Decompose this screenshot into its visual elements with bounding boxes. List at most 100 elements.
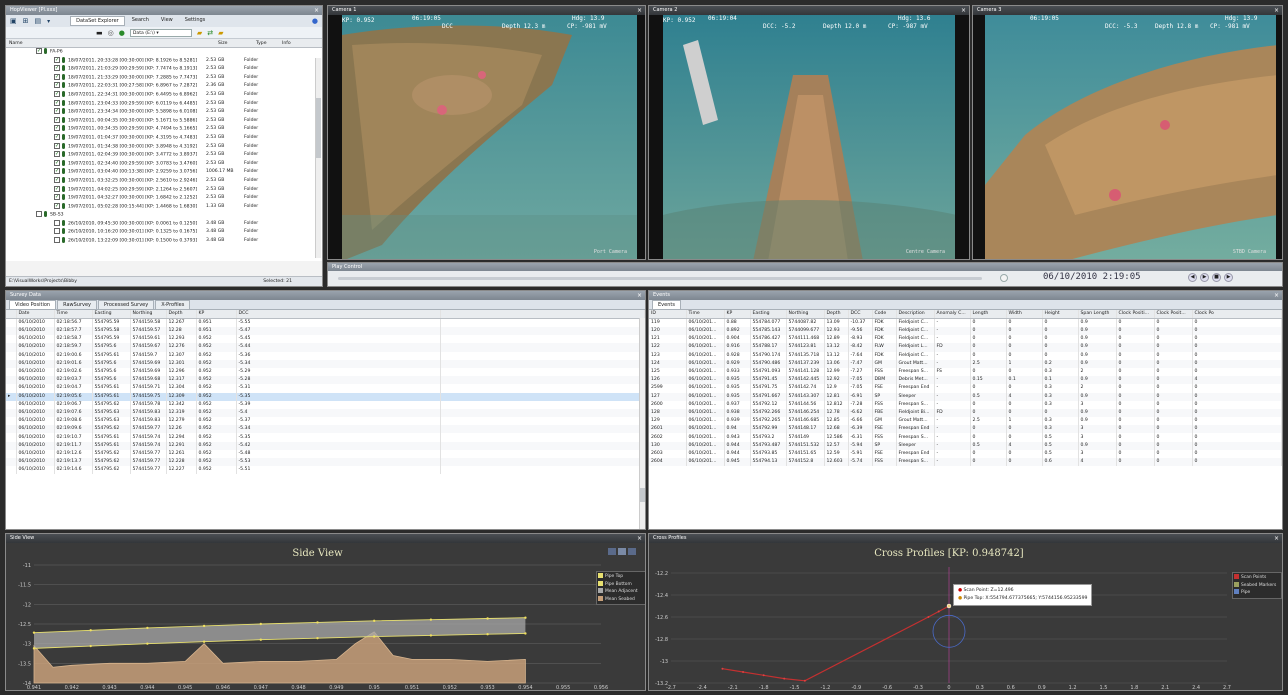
next-frame-icon[interactable]: ▶: [1224, 273, 1233, 282]
legend-item[interactable]: Pipe Bottom: [598, 580, 644, 589]
events-col-5[interactable]: Depth: [824, 310, 849, 319]
checkbox[interactable]: ✓: [54, 99, 60, 106]
table-row[interactable]: 06/10/2010 02:19:12.6 554795.62 5744159.77 1…: [6, 449, 645, 458]
camera-view[interactable]: KP: 0.952 06:19:04 DCC: -5.2 Depth 12.0 …: [663, 15, 955, 259]
close-icon[interactable]: ×: [314, 6, 319, 15]
tab-processed-survey[interactable]: Processed Survey: [98, 300, 155, 309]
survey-scrollbar[interactable]: [639, 318, 645, 529]
ribbon-tab-dataset-explorer[interactable]: DataSet Explorer: [70, 16, 125, 26]
checkbox[interactable]: [54, 237, 60, 244]
table-row[interactable]: 128 06/10/201... 0.938 554792.266 5744146.25…: [649, 408, 1282, 418]
table-row[interactable]: 06/10/2010 02:19:09.6 554795.62 5744159.77 1…: [6, 425, 645, 434]
col-size[interactable]: Size: [218, 39, 256, 47]
tree-row[interactable]: ✓ 19/07/2011, 00:34:35 [00:29:59] [KP: 4.…: [6, 125, 322, 134]
tree-row[interactable]: ✓ 18/07/2011, 23:34:34 [00:30:00] [KP: 5.…: [6, 108, 322, 117]
events-col-4[interactable]: Northing: [786, 310, 825, 319]
events-col-8[interactable]: Description: [896, 310, 935, 319]
survey-col-depth[interactable]: Depth: [166, 310, 197, 319]
table-row[interactable]: 06/10/2010 02:18:57.7 554795.58 5744159.57 1…: [6, 327, 645, 336]
checkbox[interactable]: ✓: [54, 202, 60, 209]
play-icon[interactable]: ▶: [1200, 273, 1209, 282]
events-col-14[interactable]: Clock Positi...: [1116, 310, 1155, 319]
checkbox[interactable]: ✓: [54, 125, 60, 132]
events-col-6[interactable]: DCC: [848, 310, 873, 319]
close-icon[interactable]: ×: [1274, 291, 1279, 300]
tree-row[interactable]: ✓ 19/07/2011, 02:04:39 [00:30:00] [KP: 3.…: [6, 151, 322, 160]
checkbox[interactable]: ✓: [54, 185, 60, 192]
legend-item[interactable]: Seabed Markers: [1234, 581, 1280, 590]
table-row[interactable]: 121 06/10/201... 0.904 554786.427 5744111.46…: [649, 335, 1282, 344]
table-row[interactable]: 06/10/2010 02:19:10.7 554795.61 5744159.74 1…: [6, 433, 645, 442]
table-row[interactable]: 06/10/2010 02:19:01.6 554795.6 5744159.69 12…: [6, 359, 645, 368]
zoom-icon[interactable]: [608, 548, 616, 555]
close-icon[interactable]: ×: [961, 6, 966, 15]
tree-row[interactable]: ✓ 19/07/2011, 02:34:40 [00:29:59] [KP: 3.…: [6, 159, 322, 169]
table-row[interactable]: 06/10/2010 02:19:13.7 554795.62 5744159.77 1…: [6, 458, 645, 467]
checkbox[interactable]: ✓: [54, 176, 60, 183]
fit-icon[interactable]: [628, 548, 636, 555]
table-row[interactable]: 06/10/2010 02:19:07.6 554795.63 5744159.83 1…: [6, 408, 645, 418]
tab-video-position[interactable]: Video Position: [9, 300, 57, 309]
checkbox[interactable]: ✓: [54, 142, 60, 149]
checkbox[interactable]: ✓: [54, 168, 60, 175]
table-row[interactable]: 06/10/2010 02:19:04.7 554795.61 5744159.71 1…: [6, 384, 645, 393]
tree-scrollbar[interactable]: [315, 58, 321, 258]
export-icon[interactable]: ⊞: [23, 17, 29, 25]
table-row[interactable]: 2600 06/10/201... 0.937 554792.12 5744144.56…: [649, 400, 1282, 409]
checkbox[interactable]: ✓: [54, 133, 60, 140]
table-row[interactable]: ▸ 06/10/2010 02:19:05.6 554795.61 5744159.75…: [6, 392, 645, 401]
events-col-7[interactable]: Code: [872, 310, 897, 319]
survey-col-kp[interactable]: KP: [196, 310, 237, 319]
events-col-10[interactable]: Length: [970, 310, 1007, 319]
globe-icon[interactable]: ●: [119, 29, 125, 37]
pen-icon[interactable]: [618, 548, 626, 555]
checkbox[interactable]: [54, 228, 60, 235]
events-grid[interactable]: ID Time KP Easting Northing Depth DCC Code Descr…: [649, 310, 1282, 529]
table-row[interactable]: 119 06/10/201... 0.88 554784.077 5744087.82 1…: [649, 318, 1282, 327]
survey-col-dcc[interactable]: DCC: [236, 310, 441, 319]
tree-row[interactable]: ✓ 19/07/2011, 01:34:38 [00:30:00] [KP: 3.…: [6, 142, 322, 152]
table-row[interactable]: 06/10/2010 02:19:02.6 554795.6 5744159.69 12…: [6, 367, 645, 377]
table-row[interactable]: 127 06/10/201... 0.935 554791.667 5744143.30…: [649, 392, 1282, 401]
tree-group[interactable]: SB-S3: [6, 211, 322, 220]
legend-item[interactable]: Scan Points: [1234, 574, 1280, 582]
checkbox[interactable]: ✓: [54, 194, 60, 201]
dropdown-icon[interactable]: ▾: [47, 18, 50, 25]
checkbox[interactable]: [36, 211, 42, 218]
table-row[interactable]: 2602 06/10/201... 0.943 554793.2 5744149 12.5…: [649, 433, 1282, 442]
tree-row[interactable]: ✓ 18/07/2011, 20:33:28 [00:30:00] [KP: 8.…: [6, 56, 322, 66]
tree-row[interactable]: ✓ 18/07/2011, 21:33:29 [00:30:00] [KP: 7.…: [6, 73, 322, 83]
stop-icon[interactable]: ■: [1212, 273, 1221, 282]
table-row[interactable]: 06/10/2010 02:19:06.7 554795.62 5744159.78 1…: [6, 400, 645, 409]
tree-row[interactable]: ✓ 19/07/2011, 04:02:25 [00:29:59] [KP: 2.…: [6, 185, 322, 195]
checkbox[interactable]: ✓: [54, 82, 60, 89]
print-icon[interactable]: ▤: [35, 17, 42, 25]
survey-col-date[interactable]: Date: [16, 310, 55, 319]
open-folder-icon[interactable]: ▰: [218, 29, 223, 37]
events-col-2[interactable]: KP: [724, 310, 751, 319]
tree-row[interactable]: ✓ 18/07/2011, 22:34:31 [00:30:00] [KP: 6.…: [6, 90, 322, 100]
tree-row[interactable]: 26/10/2010, 13:22:09 [00:30:01] [KP: 0.1…: [6, 237, 322, 246]
refresh-icon[interactable]: ◎: [108, 29, 114, 37]
survey-col-easting[interactable]: Easting: [92, 310, 131, 319]
checkbox[interactable]: [54, 219, 60, 226]
tree-row[interactable]: ✓ 19/07/2011, 03:32:25 [00:30:00] [KP: 2.…: [6, 176, 322, 186]
table-row[interactable]: 06/10/2010 02:19:11.7 554795.61 5744159.74 1…: [6, 441, 645, 450]
table-row[interactable]: 06/10/2010 02:19:14.6 554795.62 5744159.77 1…: [6, 466, 645, 475]
tree-row[interactable]: ✓ 19/07/2011, 03:04:40 [00:13:38] [KP: 2.…: [6, 168, 322, 177]
checkbox[interactable]: ✓: [54, 90, 60, 97]
close-icon[interactable]: ×: [637, 291, 642, 300]
ribbon-tab-settings[interactable]: Settings: [180, 16, 211, 26]
tab-x-profiles[interactable]: X-Profiles: [155, 300, 191, 309]
events-col-16[interactable]: Clock Po: [1192, 310, 1282, 319]
tab-rawsurvey[interactable]: RawSurvey: [57, 300, 97, 309]
table-row[interactable]: 124 06/10/201... 0.929 554790.486 5744137.23…: [649, 359, 1282, 368]
table-row[interactable]: 120 06/10/201... 0.892 554785.143 5744099.67…: [649, 327, 1282, 336]
cross-profiles-chart[interactable]: Cross Profiles [KP: 0.948742] -12.2 -12.4 -…: [649, 543, 1282, 691]
table-row[interactable]: 122 06/10/201... 0.916 554788.17 5744123.81 1…: [649, 343, 1282, 352]
table-row[interactable]: 06/10/2010 02:19:08.6 554795.63 5744159.83 1…: [6, 417, 645, 426]
tree-row[interactable]: ✓ 18/07/2011, 23:04:33 [00:29:59] [KP: 6.…: [6, 99, 322, 109]
checkbox[interactable]: ✓: [54, 159, 60, 166]
checkbox[interactable]: ✓: [36, 48, 42, 54]
minus-icon[interactable]: ▬: [96, 29, 103, 37]
